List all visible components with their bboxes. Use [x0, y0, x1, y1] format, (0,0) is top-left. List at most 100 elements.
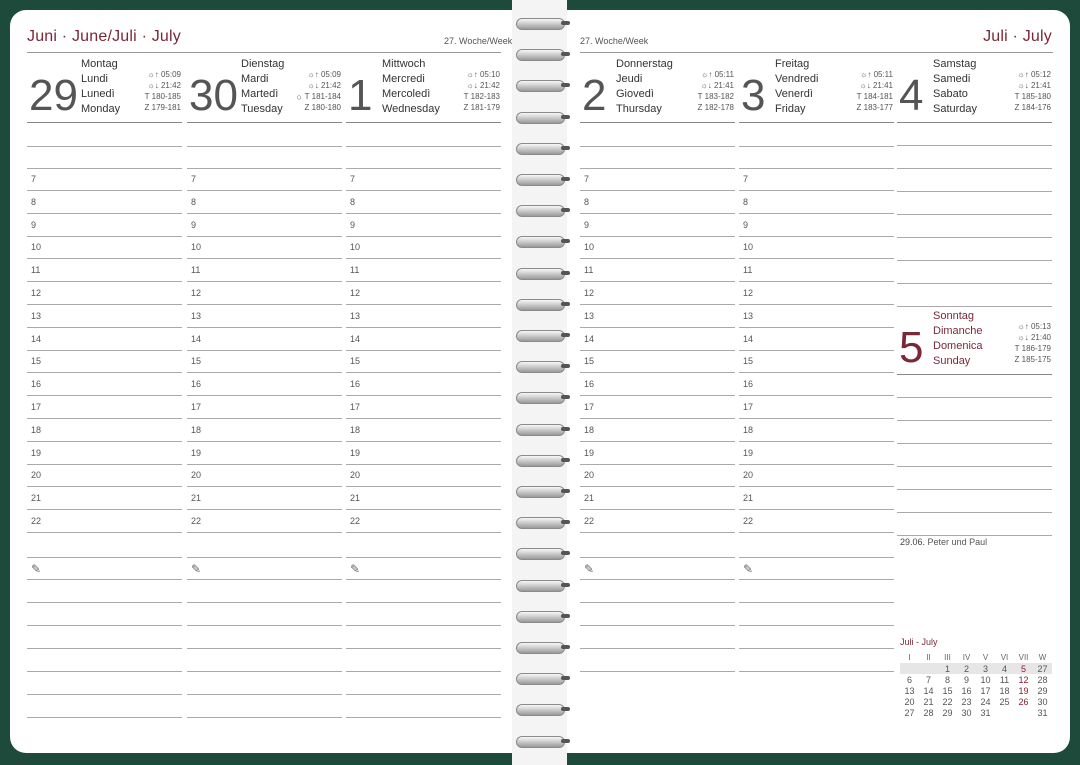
hour-line[interactable] — [346, 212, 501, 214]
writing-line[interactable] — [580, 557, 735, 558]
hour-line[interactable] — [187, 326, 342, 328]
notes-line[interactable] — [346, 579, 501, 580]
hour-line[interactable] — [739, 326, 894, 328]
notes-line[interactable] — [187, 579, 342, 580]
hour-line[interactable] — [187, 258, 342, 260]
writing-line[interactable] — [580, 168, 735, 169]
hour-line[interactable] — [346, 395, 501, 397]
writing-line[interactable] — [897, 443, 1052, 444]
hour-line[interactable] — [187, 304, 342, 305]
hour-line[interactable] — [346, 440, 501, 442]
hour-line[interactable] — [187, 349, 342, 351]
notes-line[interactable] — [27, 602, 182, 603]
writing-line[interactable] — [897, 237, 1052, 238]
writing-line[interactable] — [897, 512, 1052, 513]
notes-line[interactable] — [187, 602, 342, 603]
hour-line[interactable] — [580, 304, 735, 305]
hour-line[interactable] — [580, 532, 735, 533]
notes-line[interactable] — [346, 717, 501, 718]
hour-line[interactable] — [346, 486, 501, 488]
hour-line[interactable] — [187, 440, 342, 442]
writing-line[interactable] — [346, 168, 501, 169]
notes-line[interactable] — [346, 602, 501, 603]
notes-line[interactable] — [346, 671, 501, 672]
hour-line[interactable] — [187, 190, 342, 191]
writing-line[interactable] — [897, 535, 1052, 536]
writing-line[interactable] — [897, 420, 1052, 421]
hour-line[interactable] — [346, 372, 501, 374]
writing-line[interactable] — [897, 466, 1052, 467]
notes-line[interactable] — [187, 648, 342, 649]
writing-line[interactable] — [187, 146, 342, 147]
hour-line[interactable] — [346, 281, 501, 283]
hour-line[interactable] — [346, 326, 501, 328]
hour-line[interactable] — [346, 349, 501, 351]
hour-line[interactable] — [27, 304, 182, 305]
notes-line[interactable] — [27, 648, 182, 649]
notes-line[interactable] — [580, 625, 735, 626]
hour-line[interactable] — [27, 395, 182, 397]
writing-line[interactable] — [897, 214, 1052, 215]
hour-line[interactable] — [27, 418, 182, 419]
hour-line[interactable] — [580, 212, 735, 214]
writing-line[interactable] — [897, 260, 1052, 261]
notes-line[interactable] — [739, 625, 894, 626]
notes-line[interactable] — [580, 648, 735, 649]
notes-line[interactable] — [580, 671, 735, 672]
hour-line[interactable] — [580, 349, 735, 351]
hour-line[interactable] — [739, 212, 894, 214]
notes-line[interactable] — [739, 648, 894, 649]
writing-line[interactable] — [346, 557, 501, 558]
hour-line[interactable] — [580, 281, 735, 283]
hour-line[interactable] — [27, 212, 182, 214]
hour-line[interactable] — [27, 532, 182, 533]
hour-line[interactable] — [580, 372, 735, 374]
hour-line[interactable] — [27, 190, 182, 191]
hour-line[interactable] — [580, 258, 735, 260]
hour-line[interactable] — [27, 440, 182, 442]
hour-line[interactable] — [580, 190, 735, 191]
hour-line[interactable] — [27, 463, 182, 465]
writing-line[interactable] — [580, 146, 735, 147]
hour-line[interactable] — [346, 532, 501, 533]
notes-line[interactable] — [27, 579, 182, 580]
hour-line[interactable] — [187, 509, 342, 511]
hour-line[interactable] — [739, 532, 894, 533]
hour-line[interactable] — [27, 281, 182, 283]
writing-line[interactable] — [739, 146, 894, 147]
hour-line[interactable] — [187, 418, 342, 419]
writing-line[interactable] — [346, 146, 501, 147]
notes-line[interactable] — [739, 602, 894, 603]
hour-line[interactable] — [580, 509, 735, 511]
hour-line[interactable] — [27, 326, 182, 328]
hour-line[interactable] — [27, 486, 182, 488]
hour-line[interactable] — [739, 235, 894, 237]
writing-line[interactable] — [27, 557, 182, 558]
hour-line[interactable] — [187, 281, 342, 283]
notes-line[interactable] — [187, 694, 342, 695]
writing-line[interactable] — [187, 557, 342, 558]
hour-line[interactable] — [580, 463, 735, 465]
hour-line[interactable] — [739, 258, 894, 260]
hour-line[interactable] — [187, 395, 342, 397]
hour-line[interactable] — [739, 281, 894, 283]
hour-line[interactable] — [580, 418, 735, 419]
hour-line[interactable] — [187, 372, 342, 374]
hour-line[interactable] — [346, 304, 501, 305]
writing-line[interactable] — [897, 283, 1052, 284]
hour-line[interactable] — [187, 532, 342, 533]
hour-line[interactable] — [187, 235, 342, 237]
notes-line[interactable] — [187, 717, 342, 718]
notes-line[interactable] — [27, 625, 182, 626]
hour-line[interactable] — [580, 326, 735, 328]
writing-line[interactable] — [897, 145, 1052, 146]
notes-line[interactable] — [580, 602, 735, 603]
notes-line[interactable] — [27, 671, 182, 672]
writing-line[interactable] — [897, 397, 1052, 398]
hour-line[interactable] — [346, 418, 501, 419]
notes-line[interactable] — [27, 694, 182, 695]
hour-line[interactable] — [187, 486, 342, 488]
hour-line[interactable] — [739, 349, 894, 351]
hour-line[interactable] — [27, 349, 182, 351]
notes-line[interactable] — [27, 717, 182, 718]
